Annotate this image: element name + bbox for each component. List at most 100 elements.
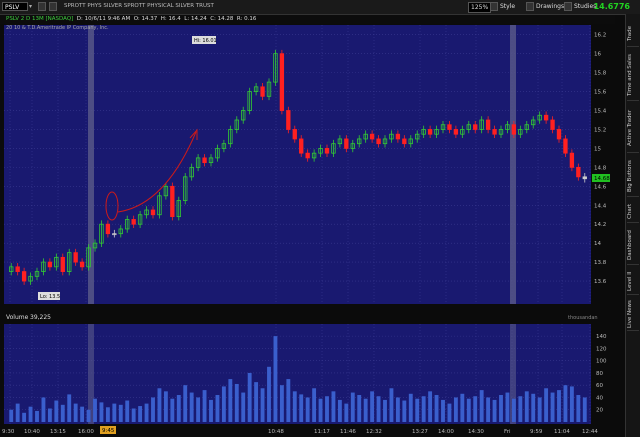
candle-body — [427, 129, 433, 135]
sidebar-tab-trade[interactable]: Trade — [627, 20, 639, 47]
time-tick-label: 13:15 — [50, 429, 66, 435]
volume-bar — [112, 403, 117, 422]
volume-bar — [228, 379, 233, 422]
candle-body — [73, 252, 78, 263]
price-tick-label: 16 — [594, 52, 601, 58]
volume-bar — [67, 394, 72, 422]
candle-body — [473, 124, 478, 130]
candle-body — [292, 129, 297, 140]
volume-bar — [176, 395, 181, 422]
volume-bar — [370, 391, 375, 422]
volume-bar — [544, 388, 549, 422]
volume-bar — [241, 392, 246, 422]
sidebar-tab-time-and-sales[interactable]: Time and Sales — [627, 50, 639, 101]
candle-body — [279, 53, 285, 111]
volume-bar — [286, 379, 291, 422]
volume-bar — [144, 403, 149, 422]
candle-body — [170, 185, 175, 218]
volume-bar — [582, 397, 587, 422]
volume-bar — [305, 397, 310, 422]
volume-bar — [15, 403, 20, 422]
sidebar-tab-dashboard[interactable]: Dashboard — [627, 226, 639, 265]
sidebar-tab-live-news[interactable]: Live News — [627, 298, 639, 331]
candle-body — [563, 138, 568, 154]
volume-tick-label: 120 — [596, 346, 607, 352]
hi-label: Hi: 16.01 — [194, 38, 217, 44]
volume-bar — [73, 403, 78, 422]
right-sidebar: Trade Time and Sales Active Trader Big B… — [625, 14, 640, 437]
lo-label: Lo: 13.5 — [40, 294, 60, 300]
time-tick-label: 9:59 — [530, 429, 543, 435]
volume-bar — [247, 372, 252, 422]
volume-bar — [363, 398, 368, 422]
volume-bar — [344, 403, 349, 422]
volume-bar — [47, 408, 52, 422]
volume-bar — [376, 396, 381, 422]
volume-tick-label: 100 — [596, 359, 607, 365]
candle-body — [511, 124, 517, 135]
volume-bar — [157, 388, 162, 422]
volume-bar — [569, 386, 574, 422]
candle-body — [79, 261, 85, 268]
volume-bar — [131, 408, 136, 422]
price-tick-label: 14.6 — [594, 184, 607, 190]
volume-bar — [99, 402, 104, 422]
volume-bar — [273, 336, 278, 422]
volume-bar — [254, 382, 259, 422]
time-tick-label: 14:00 — [438, 429, 454, 435]
volume-bar — [486, 397, 491, 422]
copyright-text: 20 10 & T.D.Ameritrade IP Company, Inc. — [6, 25, 109, 31]
candle-body — [286, 110, 291, 130]
sidebar-tab-big-buttons[interactable]: Big Buttons — [627, 156, 639, 197]
volume-bar — [453, 397, 458, 422]
time-tick-label: 10:48 — [268, 429, 284, 435]
volume-bar — [80, 406, 85, 422]
chart-canvas[interactable]: 16.2 16 15.8 15.6 15.4 15.2 15 14.8 14.6 14.4 14.2… — [0, 0, 626, 437]
candle-body — [492, 129, 497, 135]
app-window: PSLV ▾ SPROTT PHYS SILVER SPROTT PHYSICA… — [0, 0, 640, 437]
volume-bar — [479, 390, 484, 422]
sidebar-tab-chart[interactable]: Chart — [627, 200, 639, 223]
volume-bar — [447, 403, 452, 422]
volume-bar — [576, 395, 581, 422]
candle-body — [60, 256, 65, 272]
volume-bar — [312, 388, 317, 422]
volume-bar — [93, 398, 97, 422]
volume-bar — [389, 388, 394, 422]
volume-bar — [234, 383, 239, 422]
volume-tick-label: 20 — [596, 408, 603, 414]
sidebar-tab-level-ii[interactable]: Level II — [627, 268, 639, 295]
candle-body — [369, 133, 375, 140]
volume-bar — [395, 397, 400, 422]
time-tick-label: 13:27 — [412, 429, 428, 435]
candle-body — [376, 138, 381, 145]
volume-bar — [428, 391, 433, 422]
time-tick-label: 11:46 — [340, 429, 356, 435]
candle-body — [344, 138, 349, 149]
volume-bar — [421, 396, 426, 422]
volume-tick-label: 140 — [596, 334, 607, 340]
volume-bar — [86, 409, 91, 422]
volume-bar — [41, 397, 46, 422]
time-tick-label: 16:00 — [78, 429, 94, 435]
volume-units: thousandan — [568, 315, 598, 321]
time-tick-label: 12:32 — [366, 429, 382, 435]
volume-bar — [325, 396, 329, 422]
volume-bar — [299, 394, 304, 422]
candle-body — [299, 138, 304, 154]
current-price-label: 14.68 — [594, 176, 610, 182]
volume-bar — [357, 395, 362, 422]
candle-body — [47, 261, 53, 268]
price-tick-label: 13.8 — [594, 260, 607, 266]
volume-tick-label: 60 — [596, 383, 603, 389]
volume-bar — [557, 390, 561, 422]
volume-bar — [163, 391, 168, 422]
candle-body — [105, 223, 111, 235]
candle-body — [260, 86, 265, 97]
volume-bar — [183, 385, 188, 422]
candle-body — [305, 152, 310, 159]
price-tick-label: 16.2 — [594, 33, 606, 39]
candle-body — [550, 119, 555, 130]
sidebar-tab-active-trader[interactable]: Active Trader — [627, 104, 639, 153]
time-highlight-label: 9:45 — [102, 428, 115, 434]
